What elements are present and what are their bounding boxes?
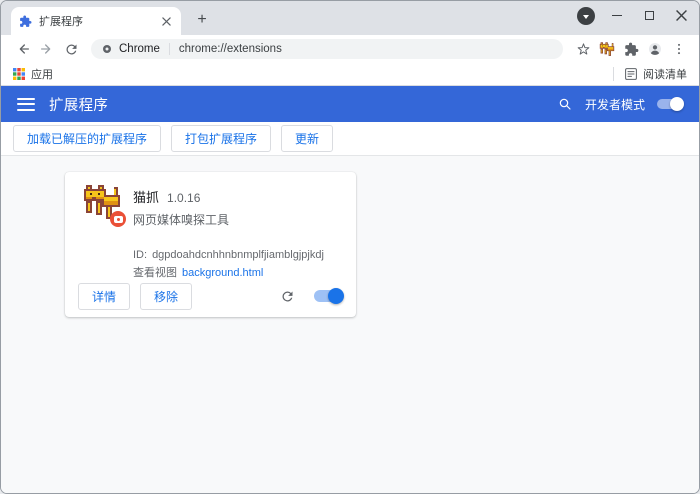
forward-button[interactable]	[35, 37, 59, 61]
reload-button[interactable]	[59, 37, 83, 61]
search-button[interactable]	[557, 96, 573, 112]
puzzle-icon	[624, 42, 638, 56]
new-tab-button[interactable]: +	[189, 7, 215, 33]
apps-shortcut[interactable]: 应用	[13, 66, 53, 82]
tab-close-icon[interactable]	[159, 14, 173, 28]
main-menu-button[interactable]	[17, 97, 35, 111]
titlebar-profile-icon[interactable]	[577, 7, 595, 25]
developer-mode-toggle[interactable]	[657, 97, 684, 111]
browser-window: 扩展程序 + Chrome chrome://extensions 应用 阅读清…	[0, 0, 700, 494]
profile-avatar-button[interactable]	[643, 37, 667, 61]
toggle-knob	[670, 97, 684, 111]
refresh-icon	[281, 291, 292, 301]
window-controls	[601, 1, 697, 29]
reload-icon	[65, 43, 76, 54]
browser-menu-button[interactable]	[667, 37, 691, 61]
window-close-button[interactable]	[665, 1, 697, 29]
browser-toolbar: Chrome chrome://extensions	[1, 35, 699, 63]
apps-grid-icon	[13, 68, 25, 80]
extensions-list-area: 猫抓 1.0.16 网页媒体嗅探工具 ID: dgpdoahdcnhhnbnmplf…	[1, 156, 699, 493]
bookmark-star-button[interactable]	[571, 37, 595, 61]
page-info-icon	[103, 45, 111, 53]
three-dots-icon	[678, 43, 680, 55]
page-title: 扩展程序	[49, 97, 109, 114]
tab-title: 扩展程序	[39, 16, 83, 28]
developer-mode-label: 开发者模式	[584, 97, 645, 112]
reading-list-button[interactable]: 阅读清单	[625, 66, 687, 82]
caret-down-icon	[583, 14, 589, 19]
avatar-icon	[649, 43, 661, 55]
toggle-knob	[328, 288, 344, 304]
reload-extension-button[interactable]	[276, 285, 298, 307]
back-icon	[19, 44, 29, 54]
load-unpacked-button[interactable]: 加载已解压的扩展程序	[13, 125, 162, 152]
tab-extensions[interactable]: 扩展程序	[11, 7, 181, 35]
extension-card: 猫抓 1.0.16 网页媒体嗅探工具 ID: dgpdoahdcnhhnbnmplf…	[65, 172, 356, 317]
extensions-puzzle-favicon	[19, 15, 32, 28]
bookmarks-divider	[613, 67, 614, 81]
cat-extension-toolbar-button[interactable]	[595, 37, 619, 61]
maximize-icon	[644, 10, 654, 20]
window-minimize-button[interactable]	[601, 1, 633, 29]
extension-card-footer: 详情 移除	[65, 275, 356, 317]
search-icon	[559, 98, 571, 110]
extension-description: 网页媒体嗅探工具	[133, 213, 230, 227]
cat-icon	[599, 41, 615, 56]
forward-icon	[41, 44, 51, 54]
extension-id-row: ID: dgpdoahdcnhhnbnmplfjiamblgjpjkdj	[133, 249, 324, 261]
extension-name: 猫抓	[133, 190, 160, 205]
details-button[interactable]: 详情	[78, 282, 131, 310]
id-label: ID:	[133, 249, 148, 261]
address-bar[interactable]: Chrome chrome://extensions	[91, 39, 563, 59]
bookmarks-bar: 应用 阅读清单	[1, 63, 699, 86]
extensions-action-strip: 加载已解压的扩展程序 打包扩展程序 更新	[1, 122, 699, 156]
apps-label: 应用	[31, 69, 53, 81]
extension-icon	[82, 185, 126, 227]
extension-id: dgpdoahdcnhhnbnmplfjiamblgjpjkdj	[152, 249, 324, 261]
address-site-label: Chrome	[119, 43, 160, 55]
reading-list-label: 阅读清单	[643, 69, 687, 81]
address-url: chrome://extensions	[178, 43, 282, 55]
star-icon	[577, 42, 589, 55]
window-maximize-button[interactable]	[633, 1, 665, 29]
titlebar: 扩展程序 +	[1, 1, 699, 35]
close-icon	[675, 9, 687, 21]
reading-list-icon	[625, 68, 637, 80]
extensions-menu-button[interactable]	[619, 37, 643, 61]
media-badge-icon	[110, 211, 126, 227]
remove-button[interactable]: 移除	[140, 282, 193, 310]
address-separator	[168, 43, 170, 55]
update-button[interactable]: 更新	[281, 125, 334, 152]
extension-version: 1.0.16	[167, 191, 201, 205]
pack-extension-button[interactable]: 打包扩展程序	[171, 125, 272, 152]
extensions-page-header: 扩展程序 开发者模式	[1, 86, 699, 122]
extension-enabled-toggle[interactable]	[314, 288, 344, 304]
back-button[interactable]	[11, 37, 35, 61]
minimize-icon	[612, 14, 622, 16]
